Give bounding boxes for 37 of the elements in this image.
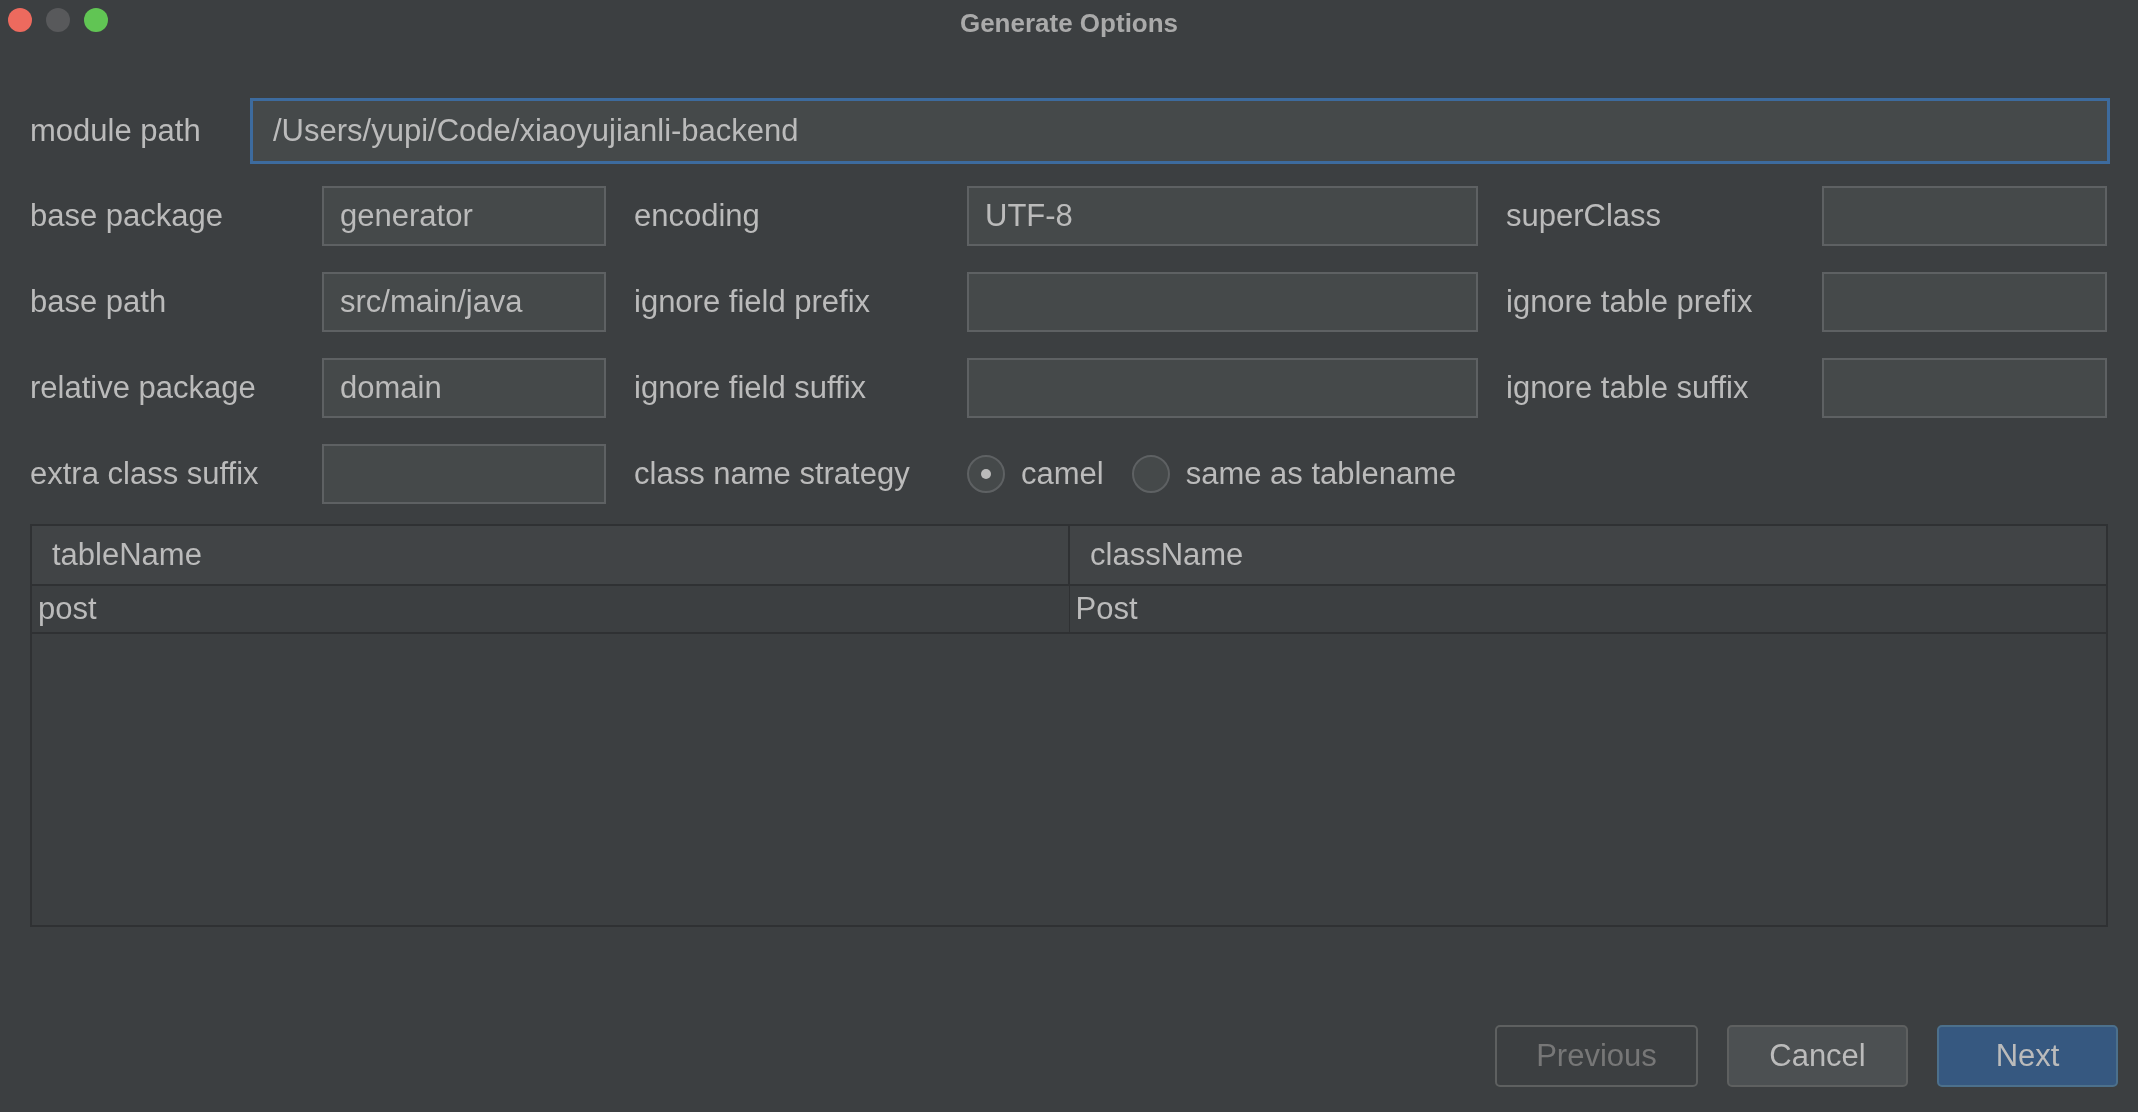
text-field[interactable] [967,272,1478,332]
text-field[interactable]: generator [322,186,606,246]
dialog-button[interactable]: Cancel [1727,1025,1908,1087]
text-field[interactable] [1822,186,2107,246]
field-label: module path [30,111,202,150]
field-label: superClass [1505,196,1663,235]
dialog-button[interactable]: Next [1937,1025,2118,1087]
field-label: base path [30,282,168,321]
text-field[interactable] [1822,272,2107,332]
field-label: ignore table prefix [1505,282,1754,321]
text-field[interactable]: UTF-8 [967,186,1478,246]
field-label: ignore field prefix [633,282,872,321]
zoom-window-icon[interactable] [84,8,108,32]
field-label: base package [30,196,225,235]
radio-button[interactable] [1131,455,1170,493]
field-label: encoding [633,196,761,235]
radio-button[interactable] [967,455,1005,493]
close-window-icon[interactable] [8,8,32,32]
field-label: relative package [30,368,257,407]
column-header[interactable]: className [1068,526,2106,584]
text-field[interactable] [1822,358,2107,418]
window-title: Generate Options [959,7,1179,40]
field-label: class name strategy [633,454,911,493]
text-field[interactable] [322,444,606,504]
text-field[interactable]: domain [322,358,606,418]
minimize-window-icon[interactable] [46,8,70,32]
field-label: ignore field suffix [633,368,868,407]
radio-option[interactable]: camel [967,450,1104,498]
column-header[interactable]: tableName [32,526,1068,584]
text-field[interactable]: src/main/java [322,272,606,332]
text-field[interactable] [967,358,1478,418]
module-path-field[interactable]: /Users/yupi/Code/xiaoyujianli-backend [250,98,2110,164]
table-cell-text: post [37,589,98,628]
field-label: extra class suffix [30,454,260,493]
field-label: ignore table suffix [1505,368,1750,407]
table-cell: Post [1068,586,2106,632]
radio-option[interactable]: same as tablename [1131,450,1457,498]
